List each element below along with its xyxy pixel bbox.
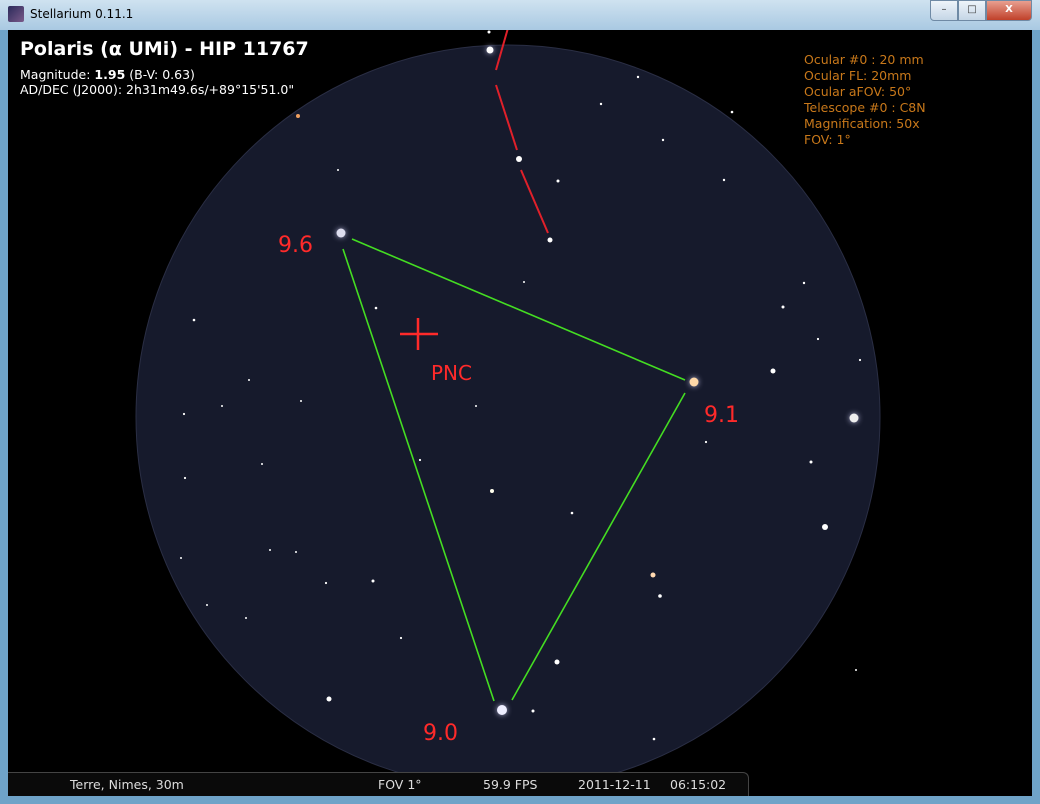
- star[interactable]: [245, 617, 247, 619]
- star[interactable]: [490, 489, 494, 493]
- star[interactable]: [636, 75, 640, 79]
- title-bar[interactable]: Stellarium 0.11.1 – □ X: [0, 0, 1040, 30]
- ocular-line: FOV: 1°: [804, 132, 851, 147]
- star[interactable]: [816, 337, 820, 341]
- star[interactable]: [554, 659, 560, 665]
- star[interactable]: [781, 305, 785, 309]
- star[interactable]: [661, 138, 665, 142]
- star[interactable]: [858, 358, 862, 362]
- star[interactable]: [722, 178, 726, 182]
- bv-value: (B-V: 0.63): [129, 67, 195, 82]
- star[interactable]: [183, 476, 187, 480]
- star[interactable]: [300, 400, 302, 402]
- ocular-info: Ocular #0 : 20 mm Ocular FL: 20mm Ocular…: [804, 52, 926, 148]
- star[interactable]: [689, 377, 699, 387]
- window-title: Stellarium 0.11.1: [30, 7, 134, 21]
- star[interactable]: [652, 737, 656, 741]
- annotation-magnitude-a: 9.6: [278, 233, 313, 258]
- star[interactable]: [599, 102, 603, 106]
- star[interactable]: [337, 169, 339, 171]
- star[interactable]: [487, 30, 491, 34]
- star[interactable]: [516, 156, 522, 162]
- sky-view[interactable]: 9.6 9.1 9.0 PNC Polaris (α UMi) - HIP 11…: [8, 30, 1032, 796]
- annotation-pole: PNC: [431, 361, 472, 385]
- star[interactable]: [336, 228, 346, 238]
- star[interactable]: [248, 379, 250, 381]
- star[interactable]: [650, 572, 656, 578]
- star[interactable]: [418, 458, 422, 462]
- star[interactable]: [261, 463, 263, 465]
- ocular-field: [135, 44, 881, 790]
- star[interactable]: [206, 604, 208, 606]
- star[interactable]: [556, 179, 560, 183]
- fov: FOV 1°: [378, 777, 422, 792]
- star[interactable]: [269, 549, 271, 551]
- annotation-magnitude-c: 9.0: [423, 721, 458, 746]
- star[interactable]: [324, 581, 328, 585]
- star[interactable]: [531, 709, 535, 713]
- ocular-line: Ocular #0 : 20 mm: [804, 52, 924, 67]
- time: 06:15:02: [670, 777, 727, 792]
- star[interactable]: [497, 705, 507, 715]
- close-button[interactable]: X: [986, 0, 1032, 21]
- stellarium-app-icon: [8, 6, 24, 22]
- ocular-line: Ocular FL: 20mm: [804, 68, 912, 83]
- star[interactable]: [547, 237, 553, 243]
- star[interactable]: [180, 557, 182, 559]
- location: Terre, Nimes, 30m: [70, 777, 184, 792]
- status-bar: Terre, Nimes, 30m FOV 1° 59.9 FPS 2011-1…: [8, 772, 749, 796]
- annotation-magnitude-b: 9.1: [704, 403, 739, 428]
- ocular-line: Telescope #0 : C8N: [804, 100, 926, 115]
- star[interactable]: [374, 306, 378, 310]
- coordinates: AD/DEC (J2000): 2h31m49.6s/+89°15'51.0": [20, 82, 295, 97]
- star[interactable]: [770, 368, 776, 374]
- star[interactable]: [182, 412, 186, 416]
- date: 2011-12-11: [578, 777, 651, 792]
- star[interactable]: [809, 460, 813, 464]
- star[interactable]: [221, 405, 223, 407]
- star[interactable]: [849, 413, 859, 423]
- magnitude-line: Magnitude: 1.95 (B-V: 0.63): [20, 67, 195, 82]
- star[interactable]: [704, 440, 708, 444]
- star[interactable]: [475, 405, 477, 407]
- star[interactable]: [658, 594, 662, 598]
- star[interactable]: [295, 551, 297, 553]
- star[interactable]: [371, 579, 375, 583]
- star[interactable]: [326, 696, 332, 702]
- star[interactable]: [570, 511, 574, 515]
- object-info: Polaris (α UMi) - HIP 11767 Magnitude: 1…: [20, 38, 309, 97]
- minimize-button[interactable]: –: [930, 0, 958, 21]
- magnitude-value: 1.95: [94, 67, 126, 82]
- star[interactable]: [730, 110, 734, 114]
- star[interactable]: [822, 524, 828, 530]
- star[interactable]: [399, 636, 403, 640]
- star[interactable]: [802, 281, 806, 285]
- star[interactable]: [192, 318, 196, 322]
- maximize-button[interactable]: □: [958, 0, 986, 21]
- star[interactable]: [486, 46, 494, 54]
- object-title: Polaris (α UMi) - HIP 11767: [20, 38, 309, 60]
- ocular-line: Ocular aFOV: 50°: [804, 84, 912, 99]
- star[interactable]: [296, 114, 300, 118]
- ocular-line: Magnification: 50x: [804, 116, 920, 131]
- fps: 59.9 FPS: [483, 777, 538, 792]
- star[interactable]: [523, 281, 525, 283]
- star[interactable]: [855, 669, 857, 671]
